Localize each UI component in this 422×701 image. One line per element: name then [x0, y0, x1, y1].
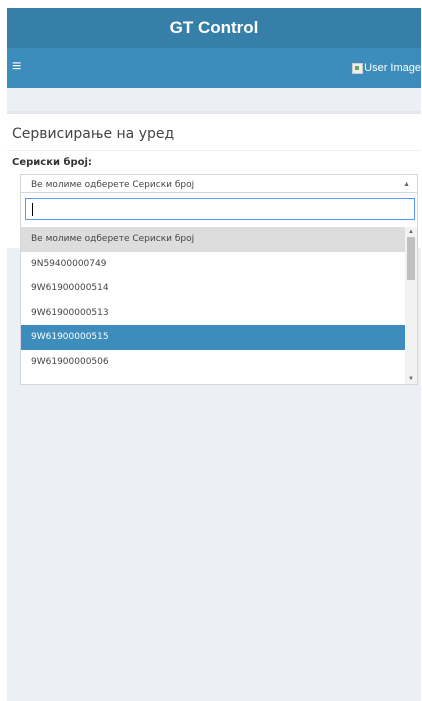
scrollbar-thumb[interactable]: [407, 237, 415, 280]
navbar: ≡ User Image: [7, 48, 421, 88]
app-frame: GT Control ≡ User Image Сервисирање на у…: [7, 8, 421, 701]
panel-divider: [7, 150, 421, 151]
dropdown-search-input[interactable]: [25, 198, 415, 220]
scroll-up-icon[interactable]: ▲: [405, 227, 417, 237]
hamburger-menu-icon[interactable]: ≡: [12, 57, 21, 77]
user-image-icon: [352, 62, 364, 74]
serial-number-dropdown: Ве молиме одберете Сериски број 9N594000…: [20, 192, 418, 385]
dropdown-option[interactable]: 9W61900000506: [21, 350, 406, 375]
dropdown-option-highlighted[interactable]: 9W61900000515: [21, 325, 406, 350]
dropdown-option[interactable]: 9W61900000514: [21, 276, 406, 301]
text-cursor: [32, 203, 33, 216]
serial-number-label: Сериски број:: [12, 157, 92, 168]
dropdown-scrollbar[interactable]: ▲ ▼: [405, 227, 417, 384]
scroll-down-icon[interactable]: ▼: [405, 374, 417, 384]
dropdown-option[interactable]: 9N59400000749: [21, 252, 406, 277]
user-image[interactable]: User Image: [352, 60, 421, 76]
panel-title: Сервисирање на уред: [12, 126, 175, 142]
chevron-up-icon: ▲: [403, 181, 410, 188]
dropdown-options-list: Ве молиме одберете Сериски број 9N594000…: [21, 227, 406, 384]
app-title[interactable]: GT Control: [7, 8, 421, 48]
serial-number-select-value: Ве молиме одберете Сериски број: [31, 180, 195, 190]
dropdown-option[interactable]: 9W61900000513: [21, 301, 406, 326]
user-image-alt-text: User Image: [364, 62, 421, 74]
dropdown-option[interactable]: Ве молиме одберете Сериски број: [21, 227, 406, 252]
